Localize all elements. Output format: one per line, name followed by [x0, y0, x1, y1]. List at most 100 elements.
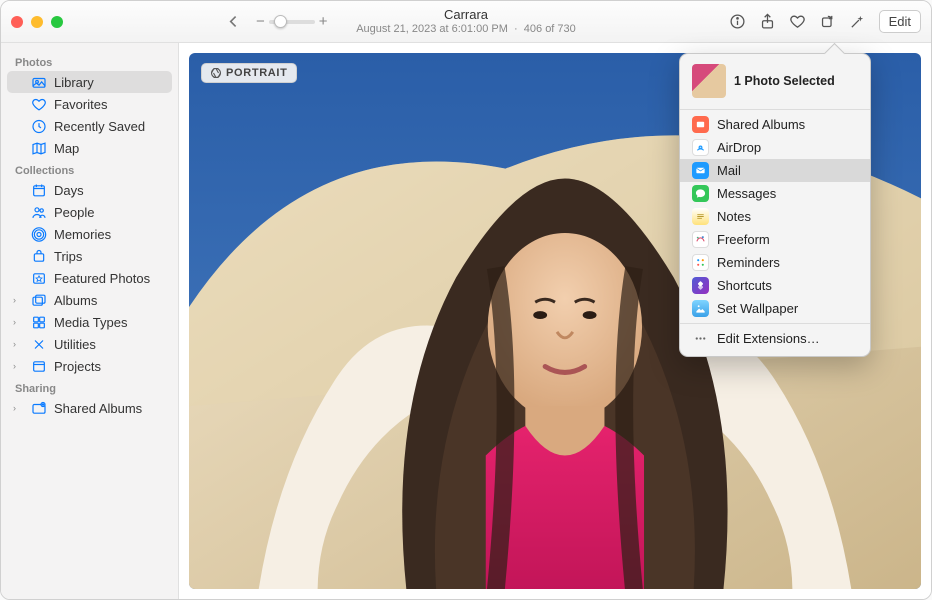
sidebar-item-memories[interactable]: Memories [7, 223, 172, 245]
portrait-badge: PORTRAIT [201, 63, 297, 83]
sidebar-item-favorites[interactable]: Favorites [7, 93, 172, 115]
share-option-label: Shared Albums [717, 117, 805, 132]
share-option-messages[interactable]: Messages [680, 182, 870, 205]
share-selection-label: 1 Photo Selected [734, 74, 835, 88]
sidebar-item-recently-saved[interactable]: Recently Saved [7, 115, 172, 137]
sidebar-item-label: Trips [54, 249, 82, 264]
divider [680, 109, 870, 110]
chevron-right-icon: › [13, 295, 16, 305]
autoenhance-button[interactable] [845, 10, 871, 34]
sidebar-item-utilities[interactable]: › Utilities [7, 333, 172, 355]
share-option-reminders[interactable]: Reminders [680, 251, 870, 274]
sidebar-item-label: Library [54, 75, 94, 90]
share-header: 1 Photo Selected [680, 64, 870, 106]
chevron-right-icon: › [13, 361, 16, 371]
chevron-right-icon: › [13, 339, 16, 349]
minimize-icon[interactable] [31, 16, 43, 28]
share-popover: 1 Photo Selected Shared Albums AirDrop M… [679, 53, 871, 357]
chevron-right-icon: › [13, 317, 16, 327]
share-option-notes[interactable]: Notes [680, 205, 870, 228]
sidebar-item-label: Featured Photos [54, 271, 150, 286]
shortcuts-icon [692, 277, 709, 294]
sidebar-item-label: Recently Saved [54, 119, 145, 134]
reminders-icon [692, 254, 709, 271]
share-option-label: AirDrop [717, 140, 761, 155]
zoom-in-icon[interactable]: + [319, 13, 328, 30]
share-option-edit-extensions[interactable]: Edit Extensions… [680, 327, 870, 350]
share-option-freeform[interactable]: Freeform [680, 228, 870, 251]
messages-icon [692, 185, 709, 202]
divider [680, 323, 870, 324]
sidebar-item-albums[interactable]: › Albums [7, 289, 172, 311]
photo-index: 406 of 730 [524, 23, 576, 35]
sidebar-item-label: Media Types [54, 315, 127, 330]
share-option-set-wallpaper[interactable]: Set Wallpaper [680, 297, 870, 320]
share-thumbnail [692, 64, 726, 98]
clock-icon [31, 118, 47, 134]
people-icon [31, 204, 47, 220]
zoom-control[interactable]: − + [256, 13, 328, 30]
more-icon [692, 330, 709, 347]
share-option-label: Shortcuts [717, 278, 772, 293]
info-button[interactable] [725, 10, 751, 34]
sidebar-item-projects[interactable]: › Projects [7, 355, 172, 377]
share-option-mail[interactable]: Mail [680, 159, 870, 182]
heart-icon [31, 96, 47, 112]
sidebar-item-label: People [54, 205, 94, 220]
share-option-label: Freeform [717, 232, 770, 247]
sidebar-item-label: Albums [54, 293, 97, 308]
map-icon [31, 140, 47, 156]
sidebar-item-people[interactable]: People [7, 201, 172, 223]
albums-icon [31, 292, 47, 308]
notes-icon [692, 208, 709, 225]
close-icon[interactable] [11, 16, 23, 28]
memories-icon [31, 226, 47, 242]
share-option-label: Reminders [717, 255, 780, 270]
toolbar-left: − + [220, 10, 328, 34]
photo-subtitle: August 21, 2023 at 6:01:00 PM · 406 of 7… [356, 23, 576, 35]
zoom-out-icon[interactable]: − [256, 13, 265, 30]
sidebar-section-collections: Collections [1, 159, 178, 179]
zoom-knob[interactable] [274, 15, 287, 28]
shared-albums-icon [692, 116, 709, 133]
sidebar-item-label: Shared Albums [54, 401, 142, 416]
photo-date: August 21, 2023 at 6:01:00 PM [356, 23, 508, 35]
aperture-icon [210, 67, 222, 79]
sidebar-item-featured-photos[interactable]: Featured Photos [7, 267, 172, 289]
toolbar-right: Edit [725, 10, 921, 34]
freeform-icon [692, 231, 709, 248]
zoom-window-icon[interactable] [51, 16, 63, 28]
sidebar-item-library[interactable]: Library [7, 71, 172, 93]
share-option-label: Set Wallpaper [717, 301, 798, 316]
main-viewer: PORTRAIT 1 Photo Selected Shared Albums … [179, 43, 931, 599]
calendar-icon [31, 182, 47, 198]
sidebar-item-media-types[interactable]: › Media Types [7, 311, 172, 333]
title-center: Carrara August 21, 2023 at 6:01:00 PM · … [356, 8, 576, 34]
share-option-shared-albums[interactable]: Shared Albums [680, 113, 870, 136]
share-option-shortcuts[interactable]: Shortcuts [680, 274, 870, 297]
share-option-label: Messages [717, 186, 776, 201]
share-button[interactable] [755, 10, 781, 34]
wallpaper-icon [692, 300, 709, 317]
sidebar-item-label: Memories [54, 227, 111, 242]
back-button[interactable] [220, 10, 246, 34]
sidebar-item-label: Utilities [54, 337, 96, 352]
favorite-button[interactable] [785, 10, 811, 34]
sidebar-item-trips[interactable]: Trips [7, 245, 172, 267]
photos-window: − + Carrara August 21, 2023 at 6:01:00 P… [0, 0, 932, 600]
portrait-badge-label: PORTRAIT [226, 67, 288, 79]
trips-icon [31, 248, 47, 264]
sidebar-item-label: Map [54, 141, 79, 156]
sidebar-item-days[interactable]: Days [7, 179, 172, 201]
sidebar-item-map[interactable]: Map [7, 137, 172, 159]
sidebar-item-shared-albums[interactable]: › Shared Albums [7, 397, 172, 419]
share-option-airdrop[interactable]: AirDrop [680, 136, 870, 159]
zoom-slider[interactable] [269, 20, 315, 24]
rotate-button[interactable] [815, 10, 841, 34]
edit-button[interactable]: Edit [879, 10, 921, 33]
share-option-label: Edit Extensions… [717, 331, 820, 346]
share-option-label: Notes [717, 209, 751, 224]
sidebar-item-label: Favorites [54, 97, 107, 112]
sidebar-section-photos: Photos [1, 51, 178, 71]
projects-icon [31, 358, 47, 374]
